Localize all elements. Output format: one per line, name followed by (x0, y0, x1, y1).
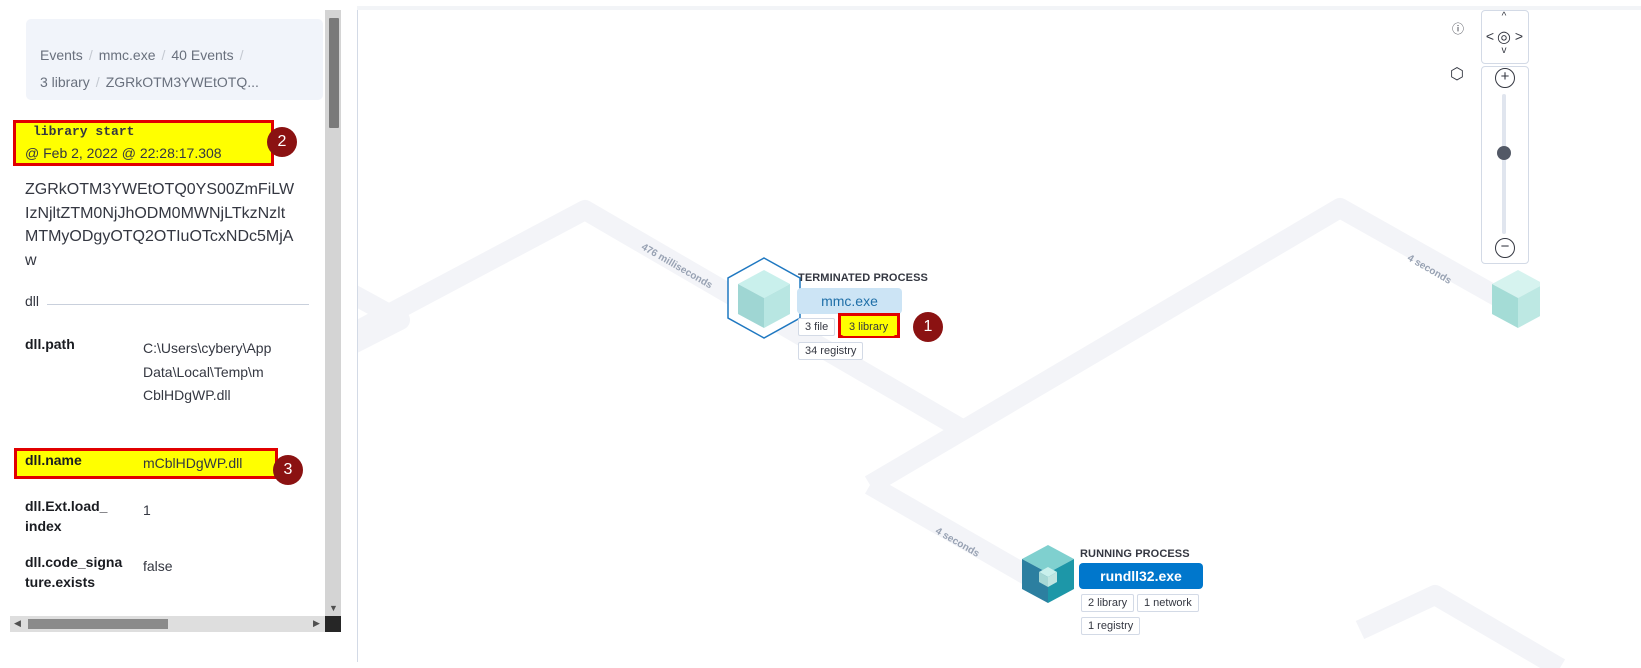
breadcrumb: Events / mmc.exe/40 Events/ 3 library / ZGRk… (26, 19, 323, 100)
related-events-pill[interactable]: 3 library (842, 318, 896, 336)
scroll-corner (325, 616, 341, 632)
vertical-scroll-thumb[interactable] (329, 18, 339, 128)
scroll-right-arrow-icon[interactable]: ▶ (313, 618, 320, 629)
edge-line (864, 198, 1535, 494)
node-state-label: TERMINATED PROCESS (798, 272, 928, 284)
field-key: dll.Ext.load_index (25, 498, 108, 534)
entity-id: ZGRkOTM3YWEtOTQ0YS00ZmFiLWIzNjltZTM0NjJh… (25, 181, 295, 269)
related-events-pill[interactable]: 1 network (1137, 594, 1199, 612)
breadcrumb-item[interactable]: 40 Events (171, 47, 233, 63)
field-value: C:\Users\cybery\AppData\Local\Temp\mCblH… (143, 340, 272, 403)
event-timestamp: @ Feb 2, 2022 @ 22:28:17.308 (25, 145, 222, 161)
running-process-cube-icon[interactable] (1019, 543, 1077, 605)
breadcrumb-item[interactable]: 3 library (40, 74, 90, 90)
process-cube-icon[interactable] (1492, 268, 1540, 330)
related-events-pill[interactable]: 3 file (798, 318, 836, 336)
section-divider (47, 304, 309, 305)
schema-icon[interactable]: ⬡ (1448, 64, 1466, 84)
zoom-in-icon[interactable]: + (1495, 68, 1515, 88)
related-events-pill[interactable]: 1 registry (1081, 617, 1141, 635)
field-value: 1 (143, 502, 151, 518)
edge-line (865, 476, 1035, 586)
process-name-button[interactable]: rundll32.exe (1079, 563, 1203, 589)
field-value: false (143, 558, 173, 574)
field-value: mCblHDgWP.dll (143, 455, 243, 471)
section-title: dll (25, 293, 40, 309)
breadcrumb-line: Events / mmc.exe/40 Events / (40, 47, 244, 63)
zoom-slider-track[interactable] (1502, 94, 1506, 234)
edge-line (1355, 585, 1566, 668)
related-events-pill[interactable]: 34 registry (798, 342, 864, 360)
annotation-badge: 1 (913, 312, 943, 342)
field-key: dll.code_signature.exists (25, 554, 123, 590)
related-events-pill[interactable]: 2 library (1081, 594, 1135, 612)
event-type: library start (33, 124, 135, 139)
breadcrumb-item[interactable]: Events (40, 47, 83, 63)
center-icon[interactable]: ◎ (1496, 27, 1512, 47)
scroll-left-arrow-icon[interactable]: ◀ (14, 618, 21, 629)
annotation-badge: 3 (273, 455, 303, 485)
zoom-out-icon[interactable]: − (1495, 238, 1515, 258)
info-icon[interactable]: ⓘ (1450, 20, 1466, 37)
process-name-button[interactable]: mmc.exe (797, 288, 902, 314)
node-state-label: RUNNING PROCESS (1080, 548, 1190, 560)
pan-up-icon[interactable]: ^ (1497, 11, 1511, 22)
scroll-down-arrow-icon[interactable]: ▼ (329, 603, 338, 613)
pan-right-icon[interactable]: > (1514, 28, 1524, 44)
breadcrumb-line: 3 library / ZGRkOTM3YWEtOTQ... (40, 74, 259, 90)
breadcrumb-item[interactable]: mmc.exe (99, 47, 156, 63)
pan-down-icon[interactable]: v (1498, 45, 1510, 56)
breadcrumb-current: ZGRkOTM3YWEtOTQ... (105, 74, 259, 90)
annotation-badge: 2 (267, 127, 297, 157)
field-key: dll.name (25, 452, 82, 468)
horizontal-scroll-thumb[interactable] (28, 619, 168, 629)
zoom-slider-thumb[interactable] (1497, 146, 1511, 160)
pan-left-icon[interactable]: < (1485, 28, 1495, 44)
field-key: dll.path (25, 336, 75, 352)
